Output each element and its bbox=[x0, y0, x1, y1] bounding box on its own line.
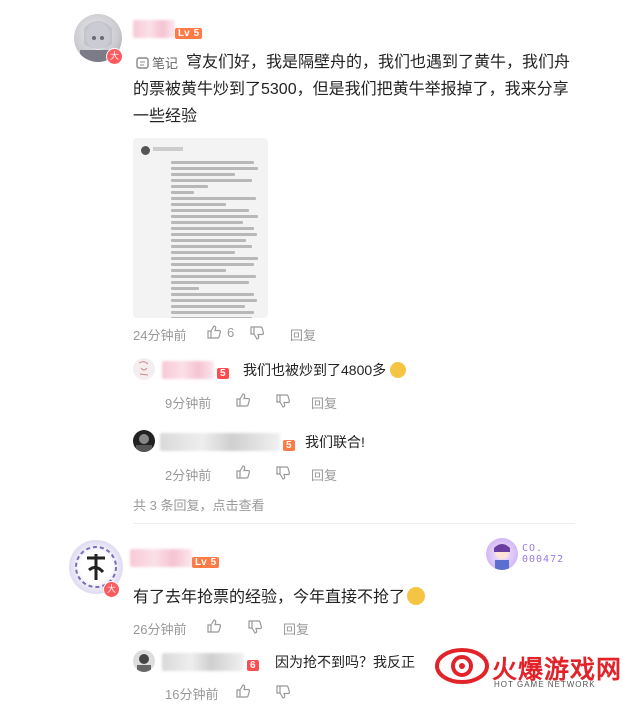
reply-dislike-button[interactable] bbox=[275, 684, 291, 705]
comment-text-line2: 的票被黄牛炒到了5300，但是我们把黄牛举报掉了，我来分享 bbox=[133, 81, 569, 98]
reply-level-badge: 5 bbox=[217, 363, 229, 381]
anime-avatar-icon bbox=[494, 544, 510, 570]
reply-avatar[interactable] bbox=[133, 650, 155, 672]
reply-level-badge: 6 bbox=[247, 655, 259, 673]
username-blurred[interactable] bbox=[130, 549, 192, 567]
reply-level-number: 5 bbox=[283, 440, 295, 451]
reply-time: 2分钟前 bbox=[165, 468, 212, 483]
reply-time: 9分钟前 bbox=[165, 396, 212, 411]
reply-avatar[interactable] bbox=[133, 358, 155, 380]
reply-reply-button[interactable]: 回复 bbox=[311, 465, 337, 484]
reply-text-content: 我们也被炒到了4800多 bbox=[243, 362, 387, 378]
reply-level-number: 5 bbox=[217, 368, 229, 379]
note-tag-label: 笔记 bbox=[152, 56, 179, 71]
emoji-icon bbox=[390, 362, 407, 378]
comment-time: 26分钟前 bbox=[133, 622, 187, 637]
avatar-sketch-icon bbox=[137, 654, 151, 672]
comment-time: 24分钟前 bbox=[133, 328, 187, 343]
dislike-button[interactable] bbox=[247, 619, 263, 640]
reply-text: 因为抢不到吗？我反正 bbox=[275, 654, 415, 670]
thumbs-down-icon bbox=[276, 466, 291, 480]
watermark-logo: 火爆游戏网 HOT GAME NETWORK bbox=[432, 636, 623, 696]
thumbs-up-icon bbox=[207, 619, 222, 633]
image-text-block bbox=[171, 158, 263, 318]
thumbs-up-icon bbox=[236, 465, 251, 479]
like-button[interactable]: 6 bbox=[206, 324, 234, 340]
thumbs-down-icon bbox=[276, 394, 291, 408]
comment-image[interactable] bbox=[133, 138, 268, 318]
reply-username-blurred[interactable] bbox=[162, 361, 214, 379]
rank-badge: 大 bbox=[106, 48, 123, 65]
reply-avatar[interactable] bbox=[133, 430, 155, 452]
watermark-eye-icon bbox=[435, 648, 489, 684]
avatar-dark-icon bbox=[136, 434, 152, 452]
level-badge: Lv 5 bbox=[192, 552, 220, 570]
reply-dislike-button[interactable] bbox=[275, 393, 291, 414]
comment-text-line3: 一些经验 bbox=[133, 108, 198, 125]
reply-reply-button[interactable]: 回复 bbox=[311, 393, 337, 412]
reply-text: 我们联合! bbox=[305, 434, 365, 450]
watermark-subtitle: HOT GAME NETWORK bbox=[494, 680, 596, 689]
reply-like-button[interactable] bbox=[235, 464, 251, 485]
comment-text-content: 有了去年抢票的经验，今年直接不抢了 bbox=[133, 589, 406, 606]
like-count: 6 bbox=[227, 324, 235, 340]
reply-username-blurred[interactable] bbox=[162, 653, 244, 671]
fan-badge-avatar bbox=[486, 538, 518, 570]
qq-icon bbox=[141, 146, 150, 155]
thumbs-up-icon bbox=[207, 325, 222, 339]
comment-text-line1: 穹友们好，我是隔壁舟的，我们也遇到了黄牛，我们舟 bbox=[186, 54, 571, 71]
level-badge: Lv 5 bbox=[175, 23, 203, 41]
view-more-replies[interactable]: 共 3 条回复，点击查看 bbox=[133, 495, 264, 514]
thumbs-down-icon bbox=[276, 685, 291, 699]
reply-level-number: 6 bbox=[247, 660, 259, 671]
like-button[interactable] bbox=[206, 618, 222, 639]
reply-time: 16分钟前 bbox=[165, 687, 219, 702]
thumbs-down-icon bbox=[250, 326, 265, 340]
thumbs-up-icon bbox=[236, 393, 251, 407]
reply-username-blurred[interactable] bbox=[160, 433, 280, 451]
dislike-button[interactable] bbox=[249, 325, 265, 346]
thumbs-up-icon bbox=[236, 684, 251, 698]
fan-badge-decoration: CO. 000472 bbox=[486, 538, 564, 570]
note-icon bbox=[136, 56, 149, 69]
level-number: 5 bbox=[190, 28, 203, 39]
comment-divider bbox=[133, 523, 575, 524]
thumbs-down-icon bbox=[248, 620, 263, 634]
reply-level-badge: 5 bbox=[283, 435, 295, 453]
rank-badge: 大 bbox=[103, 581, 120, 598]
emoji-icon bbox=[407, 587, 426, 605]
fan-badge-label: CO. 000472 bbox=[522, 543, 565, 565]
username-blurred[interactable] bbox=[133, 20, 175, 38]
note-tag[interactable]: 笔记 bbox=[136, 53, 178, 72]
reply-button[interactable]: 回复 bbox=[290, 325, 316, 344]
reply-like-button[interactable] bbox=[235, 683, 251, 704]
reply-dislike-button[interactable] bbox=[275, 465, 291, 486]
reply-text: 我们也被炒到了4800多 bbox=[243, 360, 407, 380]
reply-button[interactable]: 回复 bbox=[283, 619, 309, 638]
comment-text: 有了去年抢票的经验，今年直接不抢了 bbox=[133, 585, 426, 611]
avatar-sketch-icon bbox=[138, 361, 149, 376]
level-number: 5 bbox=[207, 557, 220, 568]
reply-like-button[interactable] bbox=[235, 392, 251, 413]
